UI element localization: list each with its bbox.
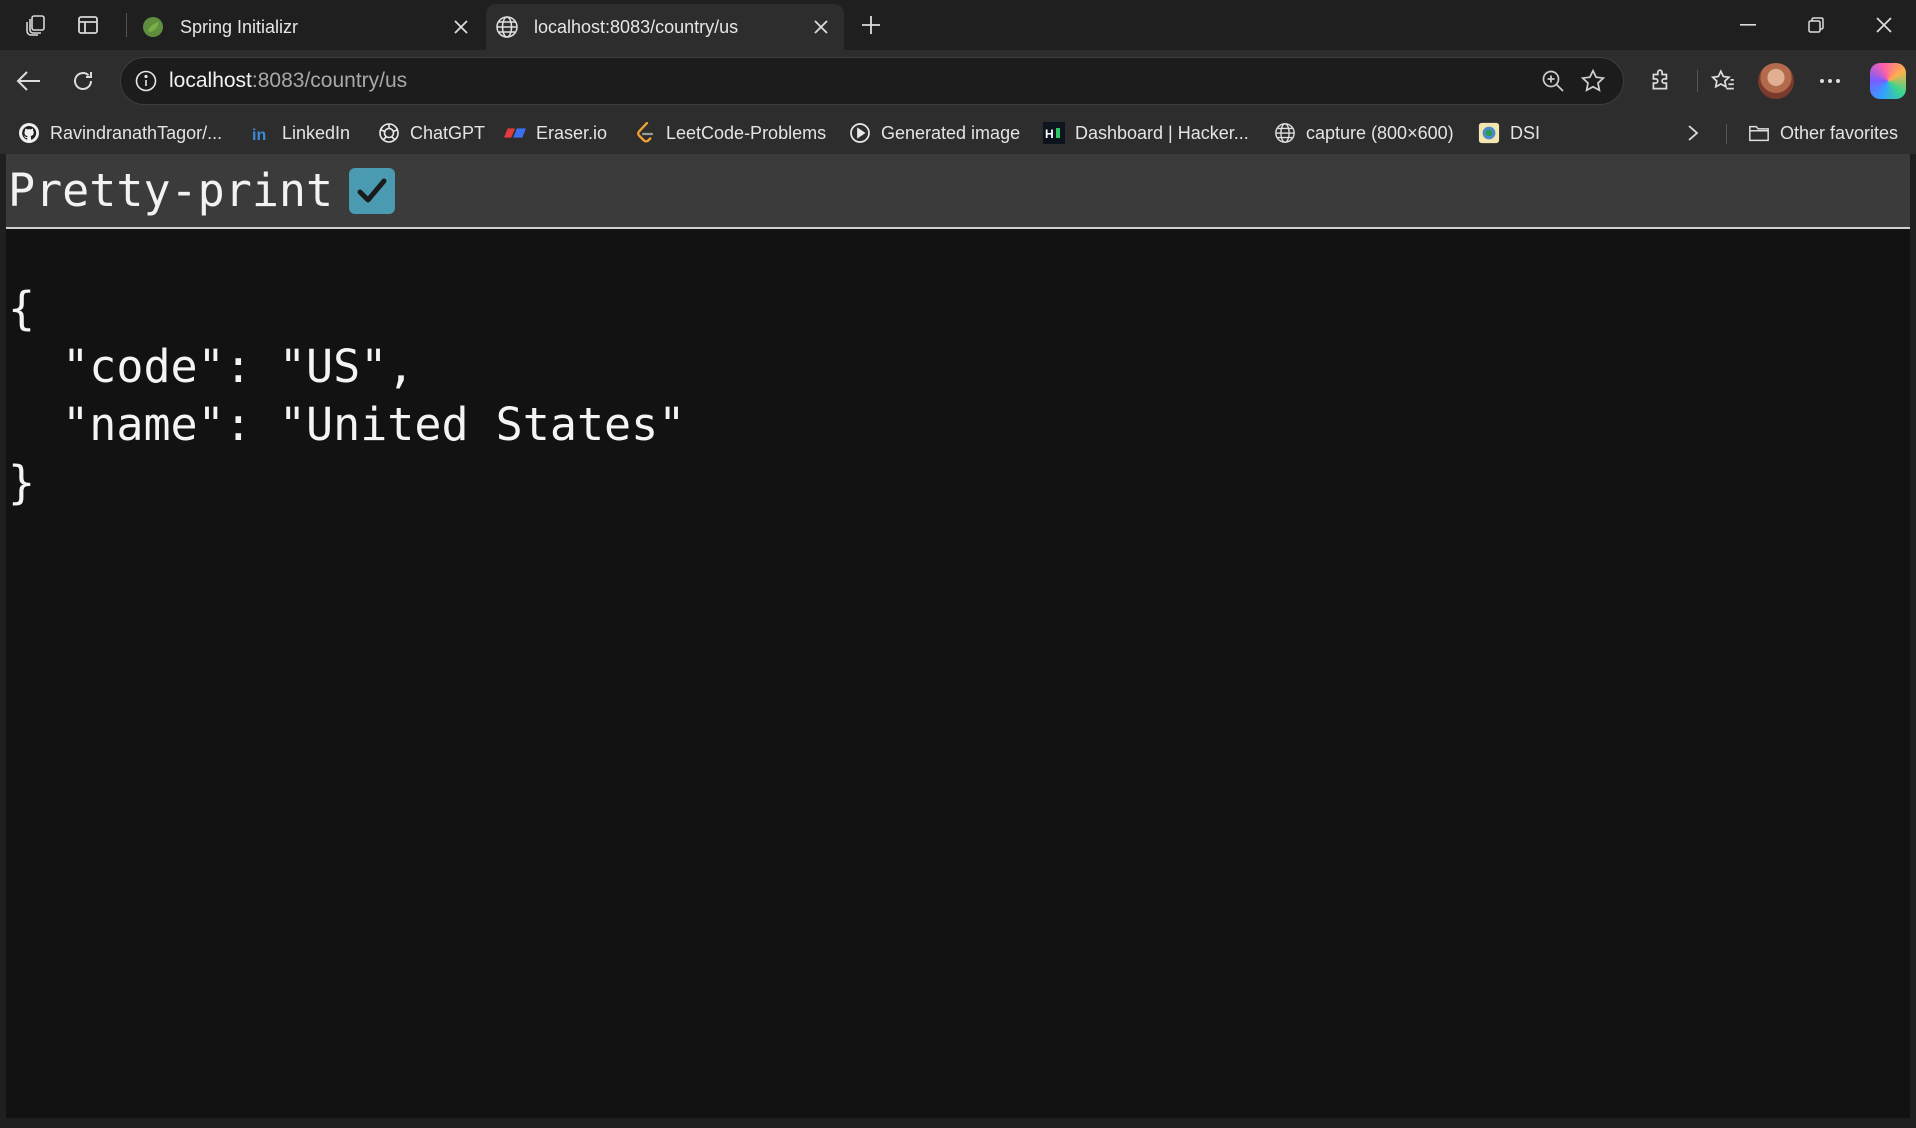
favorite-capture[interactable]: capture (800×600) — [1274, 118, 1454, 148]
json-line: "name": "United States" — [8, 398, 686, 451]
svg-text:in: in — [252, 127, 266, 144]
pretty-print-bar: Pretty-print — [6, 154, 1910, 229]
chatgpt-icon — [378, 122, 400, 144]
url-text[interactable]: localhost:8083/country/us — [169, 69, 1533, 93]
favorite-label: DSI — [1510, 122, 1541, 143]
favorite-chatgpt[interactable]: ChatGPT — [378, 118, 485, 148]
pretty-print-label: Pretty-print — [8, 164, 334, 217]
site-info-icon[interactable] — [133, 68, 159, 94]
leetcode-icon — [634, 122, 656, 144]
chevron-right-icon[interactable] — [1678, 118, 1708, 148]
spring-leaf-icon — [140, 14, 166, 40]
favorite-linkedin[interactable]: in LinkedIn — [250, 118, 350, 148]
url-host: localhost — [169, 69, 252, 92]
window-border-left — [0, 154, 6, 1128]
vertical-tabs-icon[interactable] — [70, 8, 106, 42]
page-content: Pretty-print { "code": "US", "name": "Un… — [0, 154, 1916, 1128]
close-window-icon[interactable] — [1850, 0, 1916, 50]
hackerrank-icon: H — [1043, 122, 1065, 144]
close-tab-icon[interactable] — [806, 12, 836, 42]
address-toolbar: localhost:8083/country/us — [0, 50, 1916, 112]
svg-text:H: H — [1045, 127, 1054, 141]
globe-icon — [1274, 122, 1296, 144]
more-menu-icon[interactable] — [1811, 62, 1849, 100]
tab-strip: Spring Initializr localhost:8083/country… — [0, 0, 1916, 50]
favorite-leetcode[interactable]: LeetCode-Problems — [634, 118, 826, 148]
window-border-bottom — [0, 1118, 1916, 1128]
favorites-icon[interactable] — [1704, 62, 1742, 100]
favorites-bar: RavindranathTagor/... in LinkedIn ChatGP… — [0, 112, 1916, 154]
linkedin-icon: in — [250, 122, 272, 144]
favorite-label: capture (800×600) — [1306, 122, 1454, 143]
pretty-print-checkbox[interactable] — [349, 167, 396, 214]
zoom-icon[interactable] — [1533, 61, 1573, 101]
tab-title: localhost:8083/country/us — [534, 16, 739, 37]
play-circle-icon — [849, 122, 871, 144]
address-bar[interactable]: localhost:8083/country/us — [120, 57, 1624, 105]
tab-spring-initializr[interactable]: Spring Initializr — [132, 4, 484, 50]
favorite-label: Eraser.io — [536, 122, 608, 143]
json-line: "code": "US", — [8, 340, 415, 393]
json-output: { "code": "US", "name": "United States" … — [8, 280, 685, 512]
globe-icon — [494, 14, 520, 40]
window-border-right — [1910, 154, 1916, 1128]
copilot-icon[interactable] — [1870, 63, 1906, 99]
restore-icon[interactable] — [1782, 0, 1850, 50]
other-favorites-label: Other favorites — [1780, 122, 1899, 143]
favorite-label: LinkedIn — [282, 122, 351, 143]
close-tab-icon[interactable] — [446, 12, 476, 42]
json-line: } — [8, 456, 36, 509]
favorite-generated-image[interactable]: Generated image — [849, 118, 1020, 148]
favorite-github[interactable]: RavindranathTagor/... — [18, 118, 222, 148]
tab-separator — [126, 13, 127, 37]
url-path: :8083/country/us — [251, 69, 408, 92]
other-favorites[interactable]: Other favorites — [1748, 118, 1898, 148]
favorite-label: RavindranathTagor/... — [50, 122, 223, 143]
favorite-label: Generated image — [881, 122, 1021, 143]
favorite-label: ChatGPT — [410, 122, 486, 143]
refresh-icon[interactable] — [64, 62, 102, 100]
new-tab-icon[interactable] — [854, 8, 888, 42]
favorite-hackerrank[interactable]: H Dashboard | Hacker... — [1043, 118, 1249, 148]
favorite-label: Dashboard | Hacker... — [1075, 122, 1249, 143]
favorite-eraser[interactable]: Eraser.io — [504, 118, 607, 148]
favorites-separator — [1726, 124, 1727, 144]
minimize-icon[interactable] — [1714, 0, 1782, 50]
profile-avatar[interactable] — [1758, 63, 1794, 99]
json-line: { — [8, 282, 36, 335]
tab-localhost[interactable]: localhost:8083/country/us — [486, 4, 844, 50]
favorite-label: LeetCode-Problems — [666, 122, 827, 143]
github-icon — [18, 122, 40, 144]
extensions-icon[interactable] — [1642, 62, 1680, 100]
tab-title: Spring Initializr — [180, 16, 299, 37]
favorite-dsi[interactable]: DSI — [1478, 118, 1540, 148]
dsi-icon — [1478, 122, 1500, 144]
checkmark-icon — [357, 178, 387, 202]
eraser-icon — [504, 122, 526, 144]
back-arrow-icon[interactable] — [10, 62, 48, 100]
workspaces-icon[interactable] — [18, 8, 54, 42]
favorite-star-icon[interactable] — [1573, 61, 1613, 101]
toolbar-separator — [1697, 70, 1698, 92]
folder-icon — [1748, 122, 1770, 144]
